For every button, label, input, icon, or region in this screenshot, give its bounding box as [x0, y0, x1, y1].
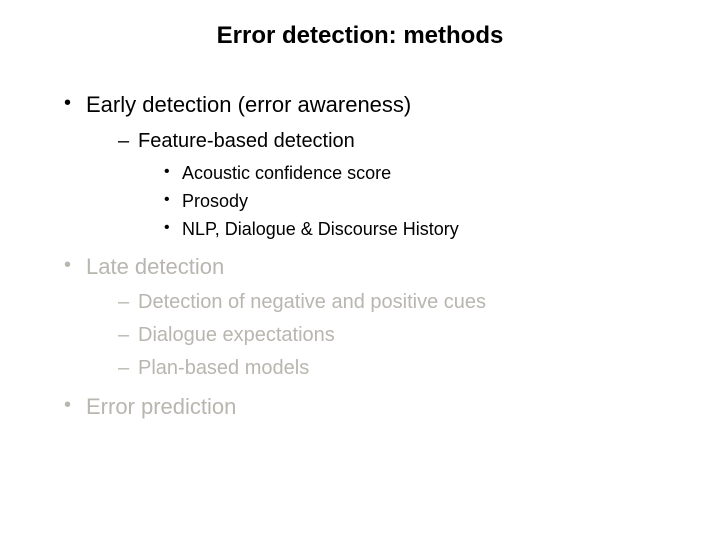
bullet-text: Early detection (error awareness) [86, 92, 411, 117]
bullet-list-level3: Acoustic confidence score Prosody NLP, D… [138, 161, 680, 242]
bullet-text: Dialogue expectations [138, 324, 335, 346]
bullet-late-detection: Late detection Detection of negative and… [64, 252, 680, 383]
bullet-text: Detection of negative and positive cues [138, 291, 486, 313]
bullet-list-level2: Detection of negative and positive cues … [86, 289, 680, 382]
bullet-list-level1: Early detection (error awareness) Featur… [40, 90, 680, 422]
bullet-text: Late detection [86, 254, 224, 279]
bullet-text: NLP, Dialogue & Discourse History [182, 219, 459, 239]
bullet-text: Prosody [182, 191, 248, 211]
slide: Error detection: methods Early detection… [0, 0, 720, 540]
bullet-acoustic-confidence: Acoustic confidence score [164, 161, 680, 185]
slide-title: Error detection: methods [40, 22, 680, 50]
bullet-text: Error prediction [86, 394, 236, 419]
bullet-early-detection: Early detection (error awareness) Featur… [64, 90, 680, 242]
bullet-nlp-dialogue: NLP, Dialogue & Discourse History [164, 217, 680, 241]
bullet-error-prediction: Error prediction [64, 392, 680, 422]
bullet-negative-positive-cues: Detection of negative and positive cues [118, 289, 680, 316]
bullet-plan-based-models: Plan-based models [118, 355, 680, 382]
bullet-text: Feature-based detection [138, 130, 355, 152]
bullet-list-level2: Feature-based detection Acoustic confide… [86, 128, 680, 242]
bullet-feature-based: Feature-based detection Acoustic confide… [118, 128, 680, 242]
bullet-text: Plan-based models [138, 357, 309, 379]
bullet-dialogue-expectations: Dialogue expectations [118, 322, 680, 349]
bullet-text: Acoustic confidence score [182, 163, 391, 183]
bullet-prosody: Prosody [164, 189, 680, 213]
